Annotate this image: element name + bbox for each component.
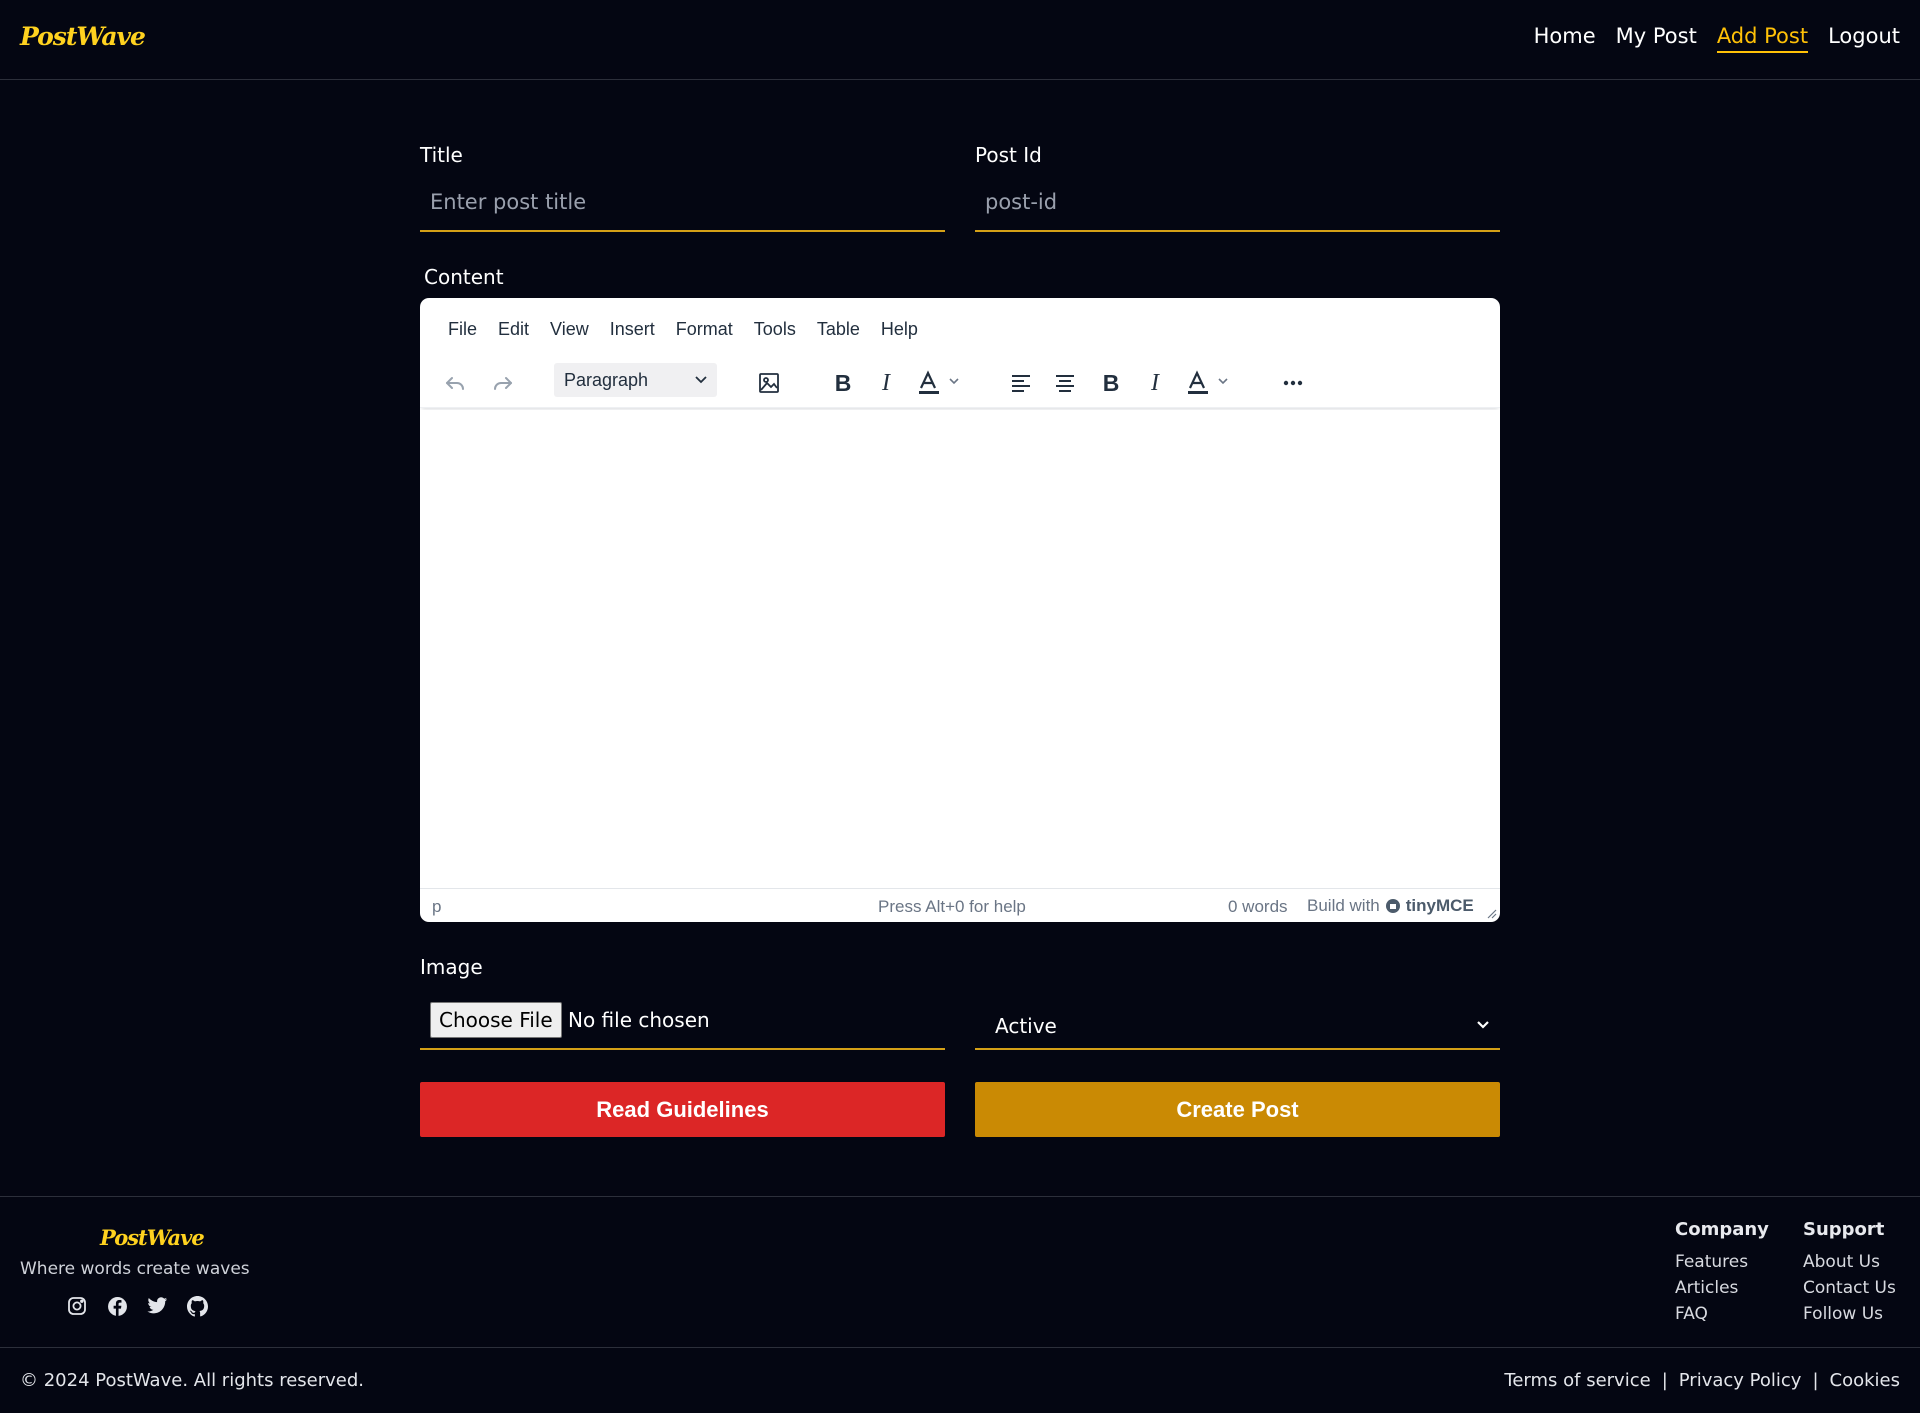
twitter-icon[interactable] [146,1295,168,1317]
block-format-value: Paragraph [564,369,649,390]
nav-my-post[interactable]: My Post [1616,24,1697,53]
support-heading: Support [1803,1219,1885,1240]
tinymce-brand: tinyMCE [1405,896,1474,915]
instagram-icon[interactable] [66,1295,88,1317]
more-options-icon[interactable] [1276,366,1310,400]
bold-icon[interactable]: B [826,366,860,400]
footer-logo[interactable]: PostWave [100,1225,205,1250]
menu-help[interactable]: Help [881,319,918,340]
status-select[interactable]: Active [975,1000,1500,1050]
create-post-button[interactable]: Create Post [975,1082,1500,1137]
footer-link-follow-us[interactable]: Follow Us [1803,1304,1896,1324]
footer-link-articles[interactable]: Articles [1675,1278,1769,1298]
insert-image-icon[interactable] [752,366,786,400]
post-id-label: Post Id [975,143,1042,167]
menu-view[interactable]: View [550,319,589,340]
read-guidelines-button[interactable]: Read Guidelines [420,1082,945,1137]
site-header: PostWave Home My Post Add Post Logout [0,0,1920,80]
undo-icon[interactable] [438,366,472,400]
word-count[interactable]: 0 words [1228,897,1288,917]
rich-text-editor: File Edit View Insert Format Tools Table… [420,298,1500,922]
editor-menubar: File Edit View Insert Format Tools Table… [420,298,1500,360]
nav-logout[interactable]: Logout [1828,24,1900,53]
footer-link-faq[interactable]: FAQ [1675,1304,1769,1324]
text-color-icon[interactable] [913,366,965,400]
tinymce-branding[interactable]: Build with tinyMCE [1307,896,1474,916]
menu-format[interactable]: Format [676,319,733,340]
footer-support-column: Support About Us Contact Us Follow Us [1803,1219,1896,1330]
footer-tagline: Where words create waves [20,1259,250,1279]
footer-link-about-us[interactable]: About Us [1803,1252,1896,1272]
nav-add-post[interactable]: Add Post [1716,24,1809,53]
tinymce-logo-icon [1385,899,1400,913]
site-footer: PostWave Where words create waves Compan… [0,1196,1920,1348]
choose-file-button[interactable]: Choose File [430,1002,562,1038]
chevron-down-icon [1477,1021,1489,1029]
terms-link[interactable]: Terms of service [1504,1370,1650,1391]
resize-handle-icon[interactable] [1485,907,1497,919]
legal-separator: | [1812,1370,1819,1391]
bold-icon[interactable]: B [1094,366,1128,400]
status-select-value: Active [995,1014,1057,1038]
menu-edit[interactable]: Edit [498,319,529,340]
image-label: Image [420,955,483,979]
menu-file[interactable]: File [448,319,477,340]
align-left-icon[interactable] [1004,366,1038,400]
text-color-icon[interactable] [1182,366,1234,400]
editor-toolbar: Paragraph B I B I [420,360,1500,408]
title-input[interactable] [420,174,945,232]
privacy-link[interactable]: Privacy Policy [1679,1370,1802,1391]
redo-icon[interactable] [486,366,520,400]
footer-link-contact-us[interactable]: Contact Us [1803,1278,1896,1298]
menu-table[interactable]: Table [817,319,860,340]
copyright-text: © 2024 PostWave. All rights reserved. [20,1370,364,1391]
company-heading: Company [1675,1219,1769,1240]
editor-statusbar: p Press Alt+0 for help 0 words Build wit… [420,888,1500,922]
image-file-input[interactable]: Choose File No file chosen [420,998,945,1050]
menu-insert[interactable]: Insert [610,319,655,340]
footer-bottom-bar: © 2024 PostWave. All rights reserved. Te… [0,1349,1920,1413]
content-label: Content [424,265,504,289]
github-icon[interactable] [186,1295,208,1317]
editor-content-area[interactable] [420,410,1500,886]
post-id-input[interactable] [975,174,1500,232]
social-links [66,1295,208,1317]
facebook-icon[interactable] [106,1295,128,1317]
footer-link-features[interactable]: Features [1675,1252,1769,1272]
italic-icon[interactable]: I [869,366,903,400]
italic-icon[interactable]: I [1138,366,1172,400]
menu-tools[interactable]: Tools [754,319,796,340]
title-label: Title [420,143,463,167]
build-with-text: Build with [1307,896,1380,915]
cookies-link[interactable]: Cookies [1830,1370,1900,1391]
legal-links: Terms of service | Privacy Policy | Cook… [1504,1370,1900,1391]
main-nav: Home My Post Add Post Logout [1534,24,1900,53]
footer-company-column: Company Features Articles FAQ [1675,1219,1769,1330]
element-path[interactable]: p [432,897,441,917]
chevron-down-icon [695,376,707,384]
site-logo[interactable]: PostWave [20,22,146,51]
block-format-select[interactable]: Paragraph [554,363,717,397]
legal-separator: | [1661,1370,1668,1391]
help-hint: Press Alt+0 for help [878,897,1026,916]
file-status-text: No file chosen [568,1008,710,1032]
align-center-icon[interactable] [1048,366,1082,400]
nav-home[interactable]: Home [1534,24,1596,53]
